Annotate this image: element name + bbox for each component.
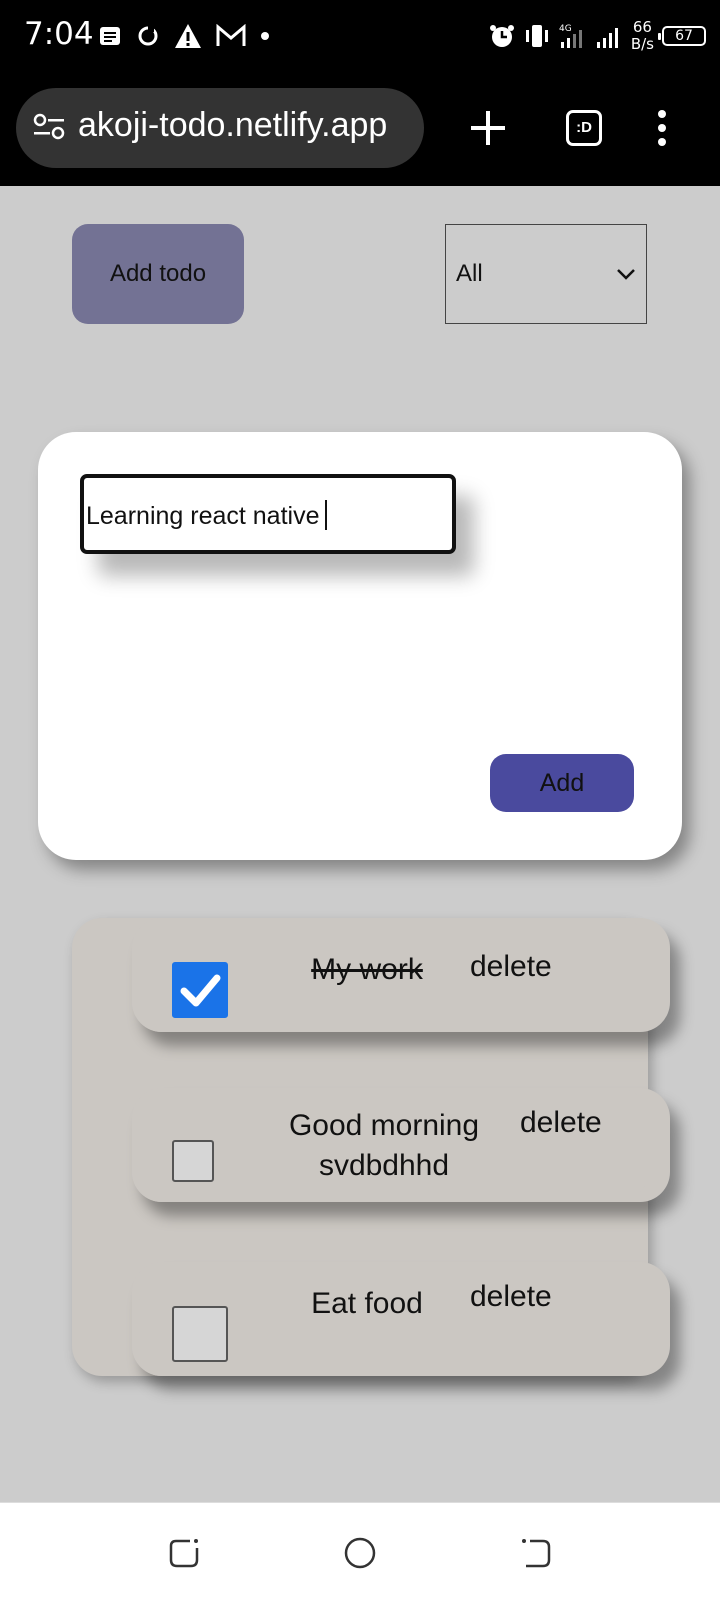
status-time: 7:04 bbox=[24, 16, 94, 52]
signal-icon: 4G bbox=[559, 24, 582, 48]
signal-icon bbox=[596, 28, 618, 48]
todo-text-line: Good morning bbox=[288, 1109, 480, 1142]
network-speed: 66 B/s bbox=[631, 19, 654, 53]
todo-text: Good morning svdbdhhd bbox=[274, 1106, 494, 1186]
gmail-icon bbox=[216, 24, 246, 46]
todo-item: Eat food delete bbox=[132, 1262, 670, 1376]
tab-switcher-button[interactable]: :D bbox=[566, 110, 602, 146]
text-caret bbox=[325, 500, 328, 530]
todo-item-card: Good morning svdbdhhd delete bbox=[132, 1088, 648, 1202]
add-button[interactable]: Add bbox=[490, 754, 634, 812]
todo-text-line: My work bbox=[311, 953, 423, 986]
todo-item: My work delete bbox=[132, 918, 670, 1032]
site-settings-icon[interactable] bbox=[32, 112, 68, 142]
delete-button[interactable]: delete bbox=[470, 950, 552, 984]
home-icon[interactable] bbox=[342, 1535, 378, 1571]
status-bar: 7:04 4G 66 B/s 67 bbox=[0, 0, 720, 74]
add-todo-modal: Learning react native Add bbox=[38, 432, 682, 860]
url-text[interactable]: akoji-todo.netlify.app bbox=[78, 106, 387, 145]
delete-button[interactable]: delete bbox=[470, 1280, 552, 1314]
todo-text: My work bbox=[282, 950, 452, 990]
delete-button[interactable]: delete bbox=[520, 1106, 602, 1140]
todo-input-value: Learning react native bbox=[86, 502, 320, 530]
add-todo-button[interactable]: Add todo bbox=[72, 224, 244, 324]
todo-text-line: svdbdhhd bbox=[318, 1149, 450, 1182]
todo-text-line: Eat food bbox=[311, 1287, 423, 1320]
dot-icon bbox=[261, 32, 269, 40]
todo-checkbox[interactable] bbox=[172, 1306, 228, 1362]
todo-checkbox[interactable] bbox=[172, 1140, 214, 1182]
system-nav-bar bbox=[0, 1502, 720, 1600]
plus-icon[interactable] bbox=[468, 104, 508, 154]
check-icon bbox=[180, 974, 221, 1007]
todo-item: Good morning svdbdhhd delete bbox=[132, 1088, 670, 1202]
address-bar[interactable]: akoji-todo.netlify.app bbox=[16, 88, 424, 168]
todo-checkbox[interactable] bbox=[172, 962, 228, 1018]
warning-icon bbox=[175, 24, 201, 48]
svg-text:4G: 4G bbox=[559, 24, 572, 34]
notification-icons bbox=[98, 20, 270, 52]
battery-indicator: 67 bbox=[658, 26, 706, 46]
todo-text: Eat food bbox=[292, 1284, 442, 1324]
network-speed-value: 66 bbox=[632, 18, 652, 36]
filter-selected-value: All bbox=[456, 260, 483, 287]
network-speed-unit: B/s bbox=[630, 35, 654, 53]
todo-item-card: Eat food delete bbox=[132, 1262, 648, 1376]
todo-item-card: My work delete bbox=[132, 918, 648, 1032]
back-icon[interactable] bbox=[518, 1535, 554, 1571]
todo-input[interactable]: Learning react native bbox=[80, 474, 456, 554]
alarm-icon bbox=[489, 25, 514, 47]
browser-toolbar: akoji-todo.netlify.app :D bbox=[0, 74, 720, 186]
sync-icon bbox=[138, 26, 158, 46]
notes-icon bbox=[100, 27, 120, 45]
vibrate-icon bbox=[525, 25, 548, 47]
recents-icon[interactable] bbox=[166, 1535, 202, 1571]
system-icons: 4G 66 B/s 67 bbox=[489, 16, 706, 56]
more-vert-icon[interactable] bbox=[652, 108, 672, 148]
chevron-down-icon bbox=[617, 269, 635, 280]
filter-select[interactable]: All bbox=[445, 224, 647, 324]
